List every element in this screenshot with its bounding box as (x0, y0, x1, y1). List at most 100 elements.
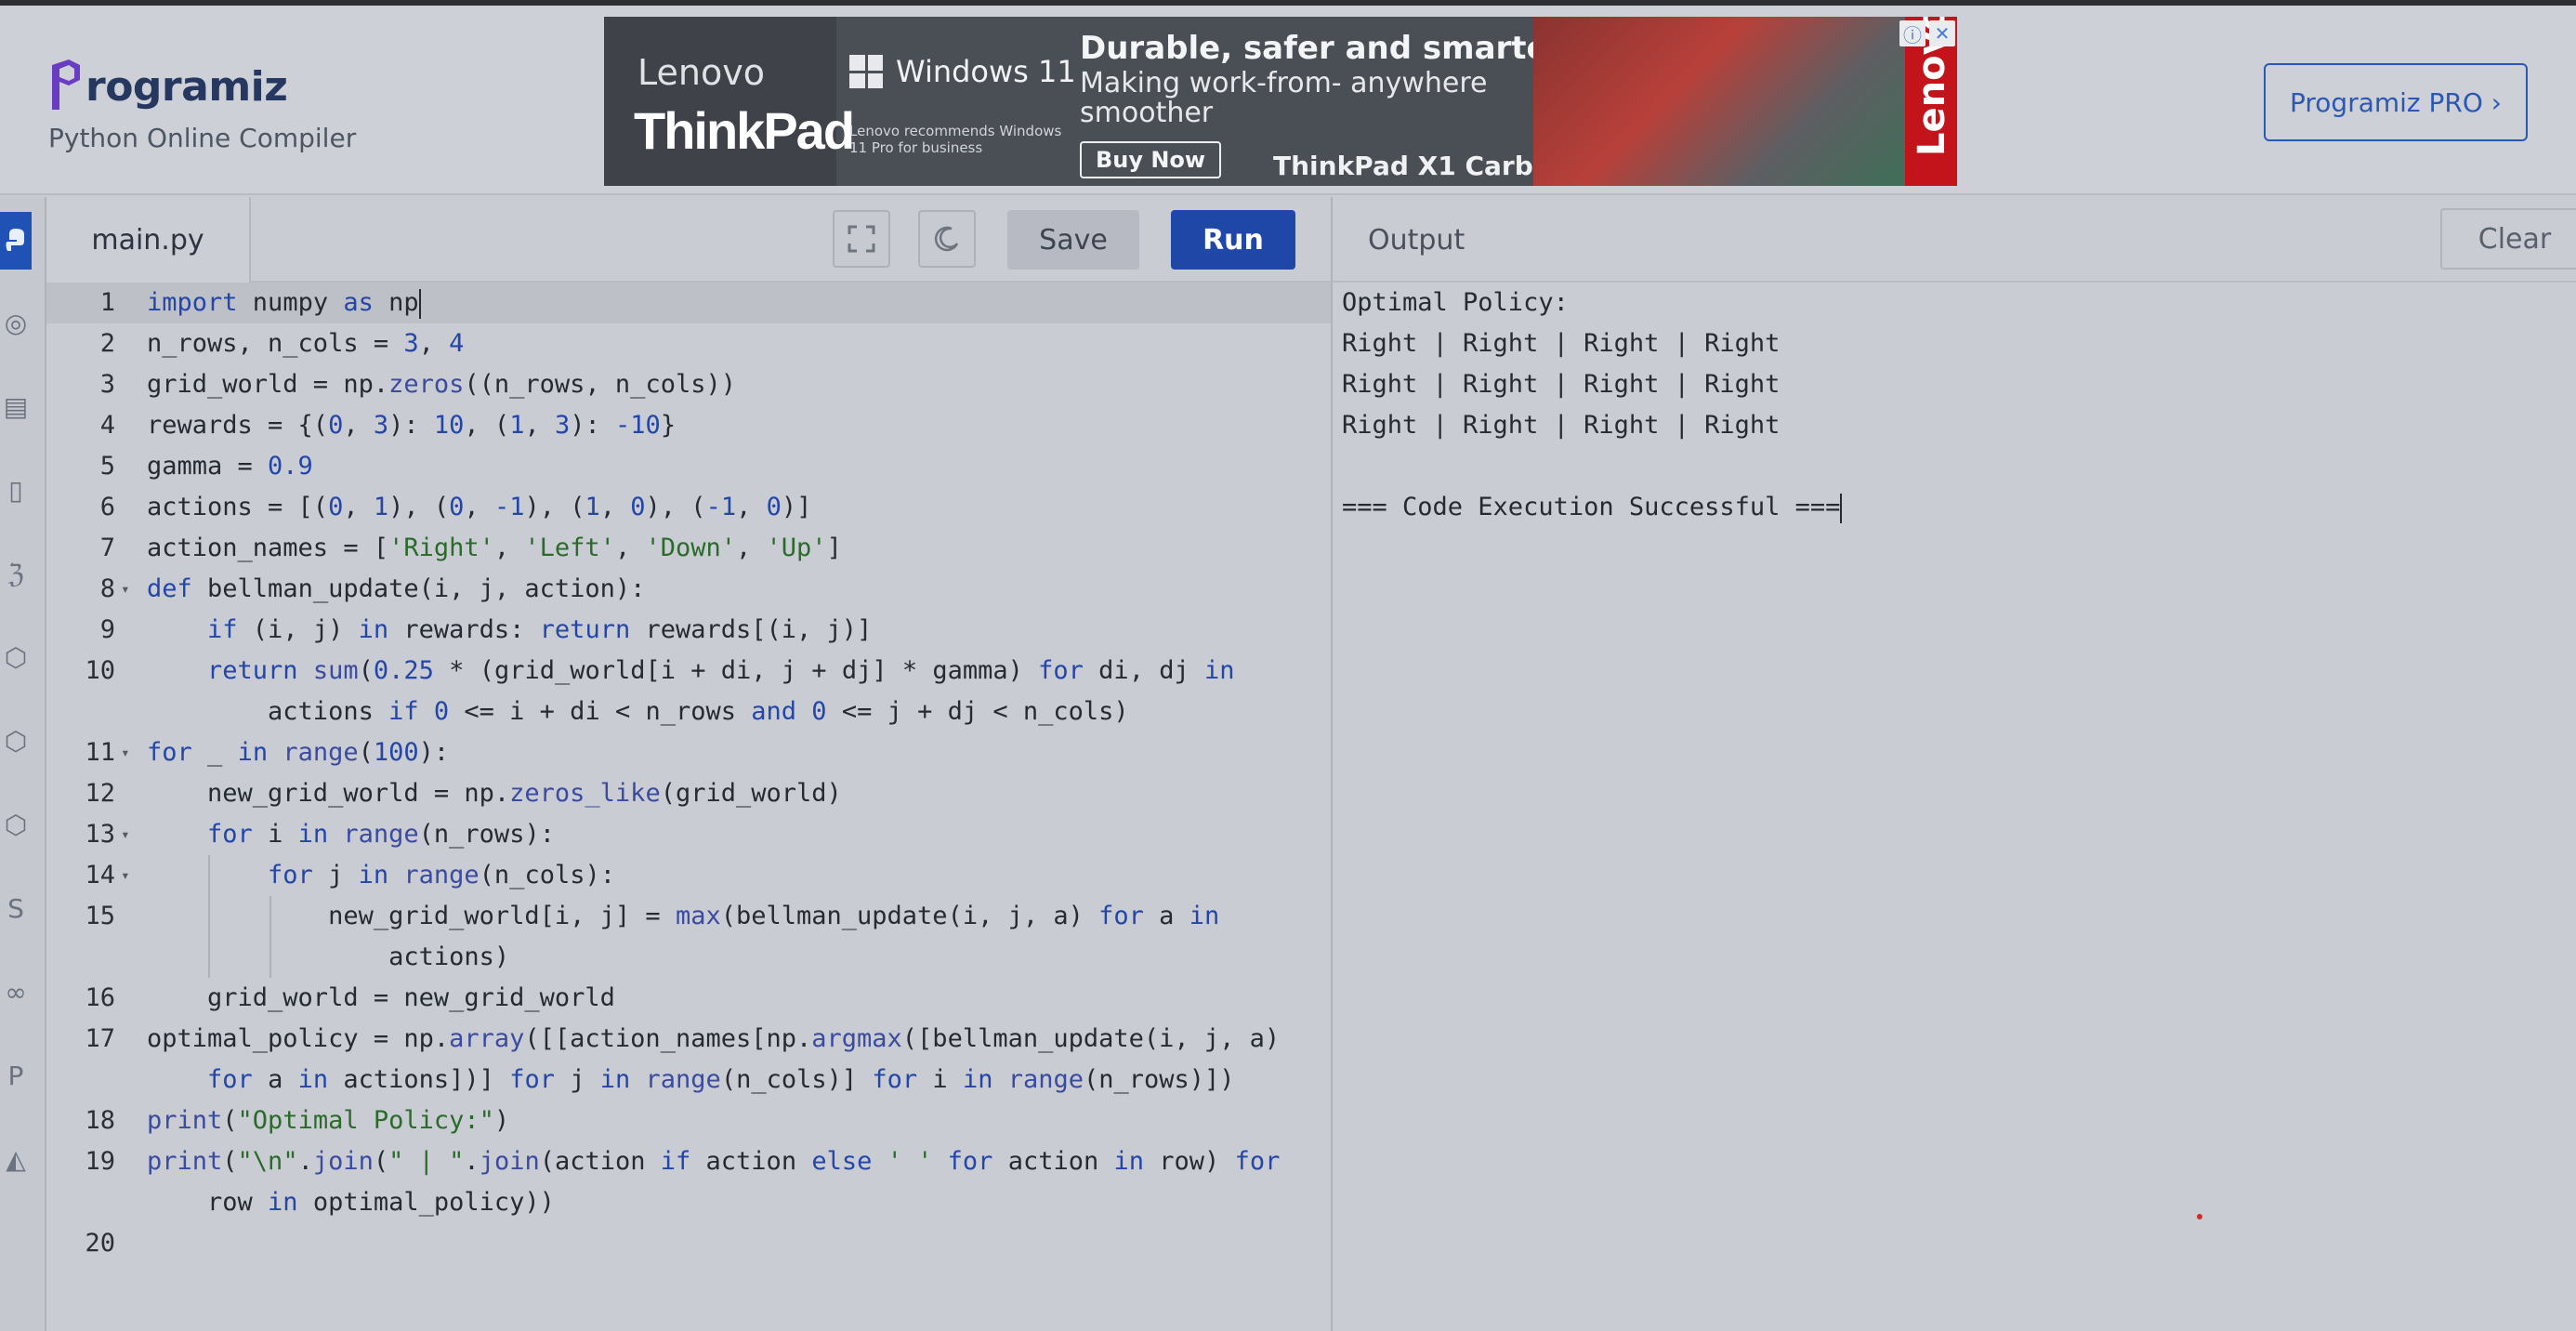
c-language-icon[interactable]: ⬡ (0, 634, 32, 680)
code-text: grid_world = new_grid_world (147, 983, 615, 1012)
code-text: def bellman_update(i, j, action): (147, 574, 646, 603)
php-language-icon[interactable]: P (0, 1052, 32, 1099)
clear-button[interactable]: Clear (2440, 208, 2576, 270)
programiz-logo-icon (48, 58, 84, 113)
cpp-language-icon[interactable]: ⬡ (0, 718, 32, 764)
output-line: Right | Right | Right | Right (1342, 329, 1781, 358)
fullscreen-button[interactable] (833, 210, 890, 268)
programiz-logo[interactable]: rogramiz (48, 48, 288, 113)
fold-arrow-icon[interactable]: ▾ (121, 855, 130, 896)
swift-language-icon[interactable]: ◭ (0, 1136, 32, 1182)
code-line[interactable]: 15 new_grid_world[i, j] = max(bellman_up… (46, 896, 1331, 937)
ad-laptop-image (1533, 17, 1905, 186)
code-text: for a in actions])] for j in range(n_col… (207, 1065, 1235, 1094)
code-text: for _ in range(100): (147, 738, 450, 767)
line-number: 10 (85, 656, 115, 685)
output-line: Right | Right | Right | Right (1342, 370, 1781, 399)
line-number: 18 (85, 1106, 115, 1135)
editor-toolbar: main.py Save Run (46, 197, 1331, 283)
code-text: rewards = {(0, 3): 10, (1, 3): -10} (147, 411, 677, 440)
code-line[interactable]: 11 ▾ for _ in range(100): (46, 732, 1331, 773)
code-line[interactable]: 5 gamma = 0.9 (46, 446, 1331, 487)
code-line[interactable]: 9 if (i, j) in rewards: return rewards[(… (46, 610, 1331, 651)
code-line[interactable]: 12 new_grid_world = np.zeros_like(grid_w… (46, 773, 1331, 814)
line-number: 16 (85, 983, 115, 1012)
csharp-language-icon[interactable]: ⬡ (0, 801, 32, 848)
ad-close-icon[interactable]: ✕ (1929, 20, 1955, 46)
ad-subheadline: Making work-from- anywhere smoother (1080, 67, 1488, 129)
code-line[interactable]: 17 optimal_policy = np.array([[action_nam… (46, 1019, 1331, 1060)
site-header: rogramiz Python Online Compiler Lenovo T… (0, 6, 2576, 195)
fold-arrow-icon[interactable]: ▾ (121, 732, 130, 773)
code-line[interactable]: 8 ▾ def bellman_update(i, j, action): (46, 569, 1331, 610)
code-text: return sum(0.25 * (grid_world[i + di, j … (207, 656, 1235, 685)
indent-guide (269, 896, 271, 978)
code-text: print("\n".join(" | ".join(action if act… (147, 1147, 1281, 1176)
code-line[interactable]: 3 grid_world = np.zeros((n_rows, n_cols)) (46, 364, 1331, 405)
ad-thinkpad-text: ThinkPad (634, 101, 855, 160)
text-cursor (1840, 493, 1843, 523)
code-line[interactable]: 16 grid_world = new_grid_world (46, 978, 1331, 1019)
output-line: Optimal Policy: (1342, 288, 1569, 317)
code-line[interactable]: 2 n_rows, n_cols = 3, 4 (46, 323, 1331, 364)
code-line-wrap[interactable]: actions) (46, 937, 1331, 978)
language-sidebar: ◎ ▤ ▯ ℨ ⬡ ⬡ ⬡ S ∞ P ◭ (0, 197, 46, 1331)
run-button[interactable]: Run (1171, 210, 1295, 270)
code-text: import numpy as np (147, 288, 421, 319)
fold-arrow-icon[interactable]: ▾ (121, 569, 130, 610)
line-number: 7 (99, 534, 115, 562)
code-text: action_names = ['Right', 'Left', 'Down',… (147, 534, 842, 562)
ad-windows: Windows 11 (849, 54, 1076, 89)
ad-info-icon[interactable]: ⓘ (1899, 20, 1925, 46)
save-button[interactable]: Save (1007, 210, 1139, 270)
tab-main-py[interactable]: main.py (46, 197, 251, 283)
java-language-icon[interactable]: ℨ (0, 550, 32, 597)
code-text: if (i, j) in rewards: return rewards[(i,… (207, 615, 873, 644)
output-toolbar: Output Clear (1331, 197, 2576, 283)
code-text: print("Optimal Policy:") (147, 1106, 510, 1135)
theme-toggle-button[interactable] (918, 210, 976, 268)
ad-model-text: ThinkPad X1 Carbon (1273, 151, 1570, 181)
code-text: gamma = 0.9 (147, 452, 313, 481)
code-line[interactable]: 19 print("\n".join(" | ".join(action if a… (46, 1141, 1331, 1182)
indent-guide (208, 855, 210, 978)
code-text: row in optimal_policy)) (147, 1188, 555, 1217)
code-line-wrap[interactable]: actions if 0 <= i + di < n_rows and 0 <=… (46, 692, 1331, 732)
programiz-pro-button[interactable]: Programiz PRO › (2264, 63, 2528, 141)
fold-arrow-icon[interactable]: ▾ (121, 814, 130, 855)
brand-name: rogramiz (85, 63, 288, 111)
js-language-icon[interactable]: S (0, 885, 32, 931)
r-language-icon[interactable]: ◎ (0, 299, 32, 346)
line-number: 17 (85, 1024, 115, 1053)
code-line-wrap[interactable]: for a in actions])] for j in range(n_col… (46, 1060, 1331, 1100)
code-line[interactable]: 6 actions = [(0, 1), (0, -1), (1, 0), (-1… (46, 487, 1331, 528)
advertisement-banner[interactable]: Lenovo ThinkPad Windows 11 Lenovo recomm… (604, 17, 1957, 186)
code-line[interactable]: 18 print("Optimal Policy:") (46, 1100, 1331, 1141)
ad-recommendation: Lenovo recommends Windows 11 Pro for bus… (849, 123, 1062, 156)
code-line[interactable]: 20 (46, 1223, 1331, 1264)
line-number: 11 (85, 738, 115, 767)
line-number: 4 (99, 411, 115, 440)
code-line[interactable]: 1 import numpy as np (46, 283, 1331, 323)
code-line[interactable]: 14 ▾ for j in range(n_cols): (46, 855, 1331, 896)
output-panel[interactable]: Optimal Policy: Right | Right | Right | … (1331, 283, 2576, 1331)
code-text: actions if 0 <= i + di < n_rows and 0 <=… (147, 697, 1129, 726)
code-line[interactable]: 7 action_names = ['Right', 'Left', 'Down'… (46, 528, 1331, 569)
code-line[interactable]: 10 return sum(0.25 * (grid_world[i + di,… (46, 651, 1331, 692)
line-number: 15 (85, 902, 115, 930)
line-number: 20 (85, 1229, 115, 1258)
ad-lenovo-text: Lenovo (637, 52, 765, 93)
line-number: 19 (85, 1147, 115, 1176)
code-line[interactable]: 4 rewards = {(0, 3): 10, (1, 3): -10} (46, 405, 1331, 446)
go-language-icon[interactable]: ∞ (0, 969, 32, 1015)
code-editor[interactable]: 1 import numpy as np 2 n_rows, n_cols = 3,… (46, 283, 1331, 1331)
fullscreen-icon (848, 225, 875, 253)
code-line[interactable]: 13 ▾ for i in range(n_rows): (46, 814, 1331, 855)
code-line-wrap[interactable]: row in optimal_policy)) (46, 1182, 1331, 1223)
sql-language-icon[interactable]: ▤ (0, 383, 32, 429)
html-language-icon[interactable]: ▯ (0, 467, 32, 513)
windows-logo-icon (849, 55, 883, 88)
ad-buy-now-button[interactable]: Buy Now (1080, 141, 1221, 178)
cursor-dot (2197, 1214, 2202, 1219)
python-language-icon[interactable] (0, 212, 32, 270)
